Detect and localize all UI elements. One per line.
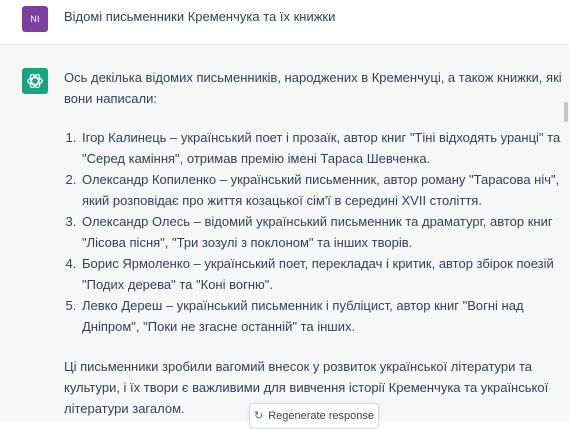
openai-logo-icon xyxy=(22,68,48,94)
assistant-message-row: Ось декілька відомих письменників, народ… xyxy=(0,45,569,421)
refresh-icon: ↻ xyxy=(253,409,264,422)
list-item: Олександр Олесь – відомий український пи… xyxy=(80,211,564,253)
scrollbar-thumb[interactable] xyxy=(564,102,568,122)
user-message-text: Відомі письменники Кременчука та їх книж… xyxy=(64,9,336,24)
list-item: Левко Дереш – український письменник і п… xyxy=(80,295,564,337)
user-message-row: NI Відомі письменники Кременчука та їх к… xyxy=(0,0,569,45)
list-item: Олександр Копиленко – український письме… xyxy=(80,169,564,211)
scrollbar[interactable] xyxy=(563,44,569,421)
writers-list: Ігор Калинець – український поет і проза… xyxy=(64,127,564,337)
regenerate-label: Regenerate response xyxy=(268,410,374,422)
regenerate-response-button[interactable]: ↻ Regenerate response xyxy=(249,403,379,429)
assistant-message-content: Ось декілька відомих письменників, народ… xyxy=(64,67,564,419)
assistant-intro: Ось декілька відомих письменників, народ… xyxy=(64,70,562,106)
list-item: Борис Ярмоленко – український поет, пере… xyxy=(80,253,564,295)
user-avatar: NI xyxy=(22,6,48,32)
list-item: Ігор Калинець – український поет і проза… xyxy=(80,127,564,169)
